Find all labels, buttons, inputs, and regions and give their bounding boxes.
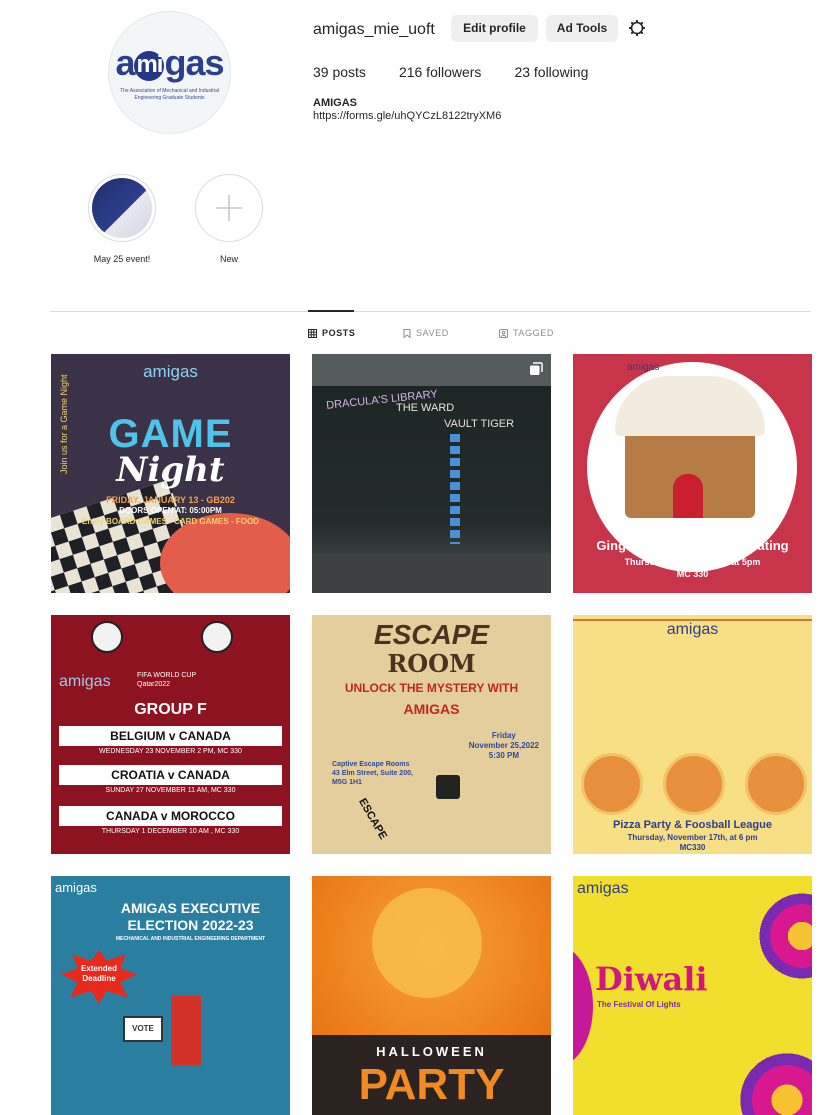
tab-saved[interactable]: SAVED (403, 328, 449, 338)
active-tab-indicator (308, 310, 354, 312)
tab-posts[interactable]: POSTS (308, 328, 356, 338)
profile-username: amigas_mie_uoft (313, 21, 435, 38)
edit-profile-button[interactable]: Edit profile (451, 15, 538, 42)
highlight-label: New (219, 254, 238, 264)
post-executive-election[interactable]: amigas AMIGAS EXECUTIVE ELECTION 2022-23… (51, 876, 290, 1115)
bookmark-icon (403, 328, 411, 338)
carousel-icon (530, 362, 543, 375)
post-game-night[interactable]: amigas Join us for a Game Night GAME Nig… (51, 354, 290, 593)
gear-icon[interactable] (629, 20, 645, 36)
tabs-divider (50, 311, 811, 312)
ad-tools-button[interactable]: Ad Tools (546, 15, 618, 42)
tag-icon (499, 328, 508, 338)
plus-icon (216, 195, 242, 221)
highlight-new[interactable] (195, 174, 263, 242)
post-escape-room[interactable]: ESCAPE ROOM UNLOCK THE MYSTERY WITH AMIG… (312, 615, 551, 854)
post-fifa-group-f[interactable]: amigas FIFA WORLD CUP Qatar2022 GROUP F … (51, 615, 290, 854)
profile-avatar[interactable]: amigas The Association of Mechanical and… (108, 11, 231, 134)
bio-link[interactable]: https://forms.gle/uhQYCzL8122tryXM6 (313, 110, 501, 122)
profile-stats: 39 posts 216 followers 23 following (313, 64, 588, 80)
posts-count: 39 posts (313, 64, 366, 80)
post-chalkboard[interactable]: DRACULA'S LIBRARY THE WARD VAULT TIGER (312, 354, 551, 593)
followers-count[interactable]: 216 followers (399, 64, 482, 80)
post-pizza-party[interactable]: amigas Pizza Party & Foosball League Thu… (573, 615, 812, 854)
tab-tagged[interactable]: TAGGED (499, 328, 554, 338)
post-gingerbread[interactable]: amigas Gingerbread House Decorating Thur… (573, 354, 812, 593)
bio-name: AMIGAS (313, 97, 357, 109)
highlight-label: May 25 event! (93, 254, 151, 264)
grid-icon (308, 328, 317, 338)
post-diwali[interactable]: amigas Diwali The Festival Of Lights (573, 876, 812, 1115)
post-halloween-party[interactable]: HALLOWEEN PARTY (312, 876, 551, 1115)
logo-subtitle: The Association of Mechanical and Indust… (120, 88, 219, 101)
following-count[interactable]: 23 following (514, 64, 588, 80)
highlight-may-25-event[interactable] (88, 174, 156, 242)
amigas-logo: amigas (115, 42, 224, 83)
